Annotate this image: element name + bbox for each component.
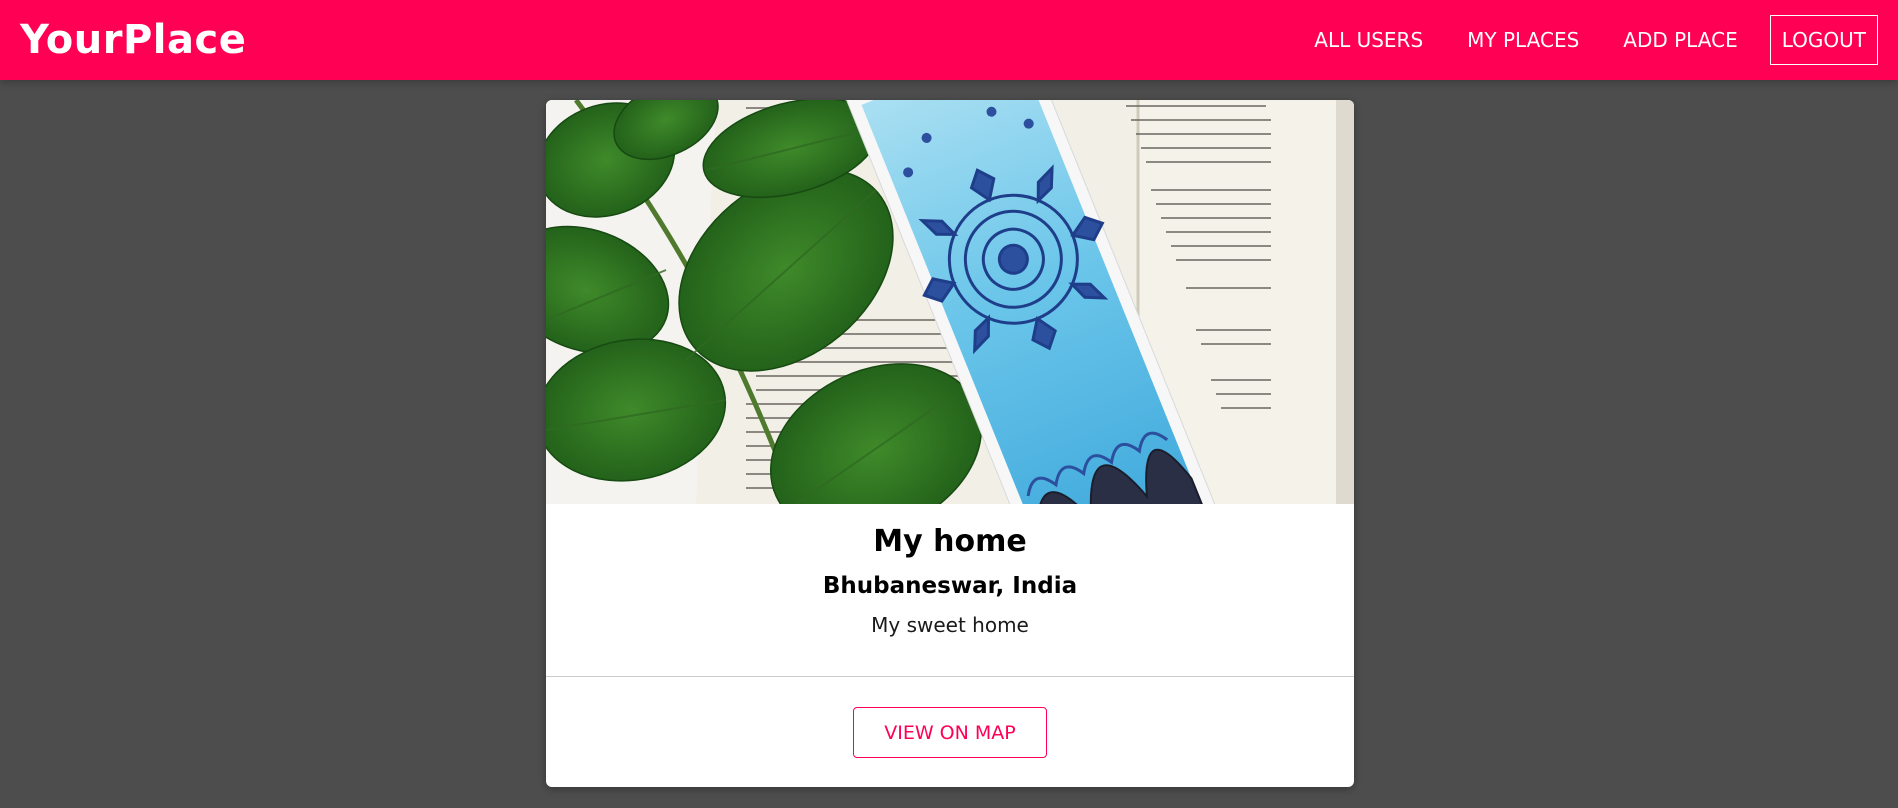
add-place-link[interactable]: ADD PLACE <box>1611 15 1749 65</box>
logout-button[interactable]: LOGOUT <box>1769 15 1878 65</box>
place-card: My home Bhubaneswar, India My sweet home… <box>546 100 1354 787</box>
place-actions: VIEW ON MAP <box>546 677 1354 758</box>
main-navigation: ALL USERS MY PLACES ADD PLACE LOGOUT <box>1282 15 1878 65</box>
place-title: My home <box>873 524 1027 559</box>
nav-item-add-place: ADD PLACE <box>1591 15 1749 65</box>
nav-item-all-users: ALL USERS <box>1282 15 1435 65</box>
view-on-map-button[interactable]: VIEW ON MAP <box>853 707 1047 758</box>
nav-links: ALL USERS MY PLACES ADD PLACE LOGOUT <box>1282 15 1878 65</box>
my-places-link[interactable]: MY PLACES <box>1455 15 1591 65</box>
nav-item-my-places: MY PLACES <box>1435 15 1591 65</box>
place-image <box>546 100 1354 504</box>
place-address: Bhubaneswar, India <box>822 573 1078 599</box>
nav-item-logout: LOGOUT <box>1750 15 1878 65</box>
place-photo <box>546 100 1354 504</box>
all-users-link[interactable]: ALL USERS <box>1302 15 1435 65</box>
place-description: My sweet home <box>871 613 1029 637</box>
place-info: My home Bhubaneswar, India My sweet home <box>546 504 1354 677</box>
brand-logo-link[interactable]: YourPlace <box>20 17 246 63</box>
main-header: YourPlace ALL USERS MY PLACES ADD PLACE … <box>0 0 1898 80</box>
